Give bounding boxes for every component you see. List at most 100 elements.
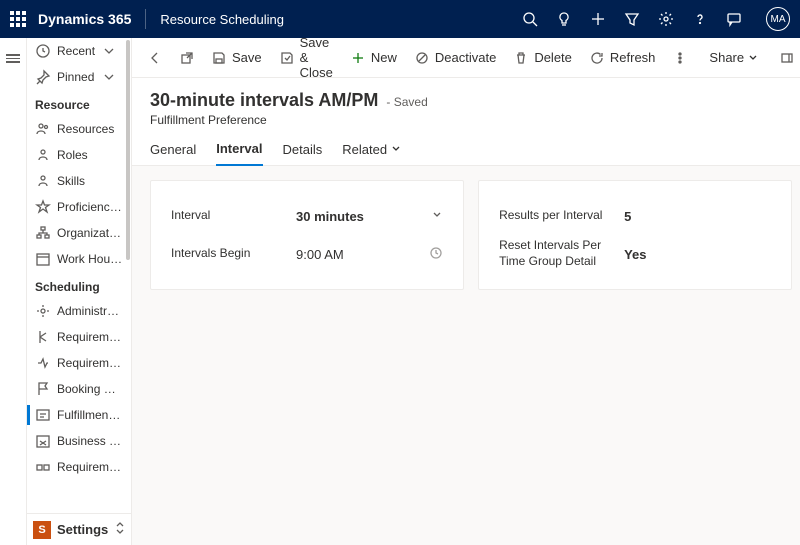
skills-icon xyxy=(35,173,51,189)
topbar-actions: MA xyxy=(522,7,790,31)
record-state: - Saved xyxy=(386,95,427,109)
delete-button[interactable]: Delete xyxy=(508,46,578,69)
nav-item-org-units[interactable]: Organizational Un… xyxy=(27,220,131,246)
popout-icon xyxy=(180,51,194,65)
tab-general[interactable]: General xyxy=(150,141,196,165)
command-bar: Save Save & Close New Deactivate Delete … xyxy=(132,38,800,78)
back-button[interactable] xyxy=(142,47,168,69)
tab-related[interactable]: Related xyxy=(342,141,401,165)
nav-group-header: Resource xyxy=(27,90,131,116)
user-avatar[interactable]: MA xyxy=(766,7,790,31)
app-launcher-icon[interactable] xyxy=(10,11,26,27)
nav-rail xyxy=(0,38,27,545)
card-left: Interval 30 minutes Intervals Begin 9:00… xyxy=(150,180,464,290)
nav-item-skills[interactable]: Skills xyxy=(27,168,131,194)
pin-icon xyxy=(35,69,51,85)
nav-item-fulfillment-pref[interactable]: Fulfillment Prefer… xyxy=(27,402,131,428)
org-icon xyxy=(35,225,51,241)
nav-item-business-closures[interactable]: Business Closures xyxy=(27,428,131,454)
chat-icon[interactable] xyxy=(726,11,742,27)
nav-recent-label: Recent xyxy=(57,44,95,58)
field-reset-intervals[interactable]: Reset Intervals Per Time Group Detail Ye… xyxy=(499,235,771,273)
nav-pinned-label: Pinned xyxy=(57,70,94,84)
nav-item-roles[interactable]: Roles xyxy=(27,142,131,168)
refresh-button[interactable]: Refresh xyxy=(584,46,662,69)
priority-icon xyxy=(35,329,51,345)
chevron-down-icon xyxy=(391,144,401,154)
deactivate-icon xyxy=(415,51,429,65)
settings-icon[interactable] xyxy=(658,11,674,27)
area-switcher[interactable]: S Settings xyxy=(27,513,131,545)
form-content: Interval 30 minutes Intervals Begin 9:00… xyxy=(132,166,800,545)
status-icon xyxy=(35,355,51,371)
plus-icon xyxy=(351,51,365,65)
pref-icon xyxy=(35,407,51,423)
nav-item-booking-statuses[interactable]: Booking Statuses xyxy=(27,376,131,402)
field-value: 9:00 AM xyxy=(296,247,344,262)
field-intervals-begin[interactable]: Intervals Begin 9:00 AM xyxy=(171,235,443,273)
filter-icon[interactable] xyxy=(624,11,640,27)
search-icon[interactable] xyxy=(522,11,538,27)
card-right: Results per Interval 5 Reset Intervals P… xyxy=(478,180,792,290)
overflow-button[interactable] xyxy=(667,47,693,69)
clock-icon xyxy=(429,246,443,263)
lightbulb-icon[interactable] xyxy=(556,11,572,27)
nav-item-req-status[interactable]: Requirement Stat… xyxy=(27,350,131,376)
app-name-label: Resource Scheduling xyxy=(160,12,284,27)
field-interval[interactable]: Interval 30 minutes xyxy=(171,197,443,235)
field-results-per-interval[interactable]: Results per Interval 5 xyxy=(499,197,771,235)
new-button[interactable]: New xyxy=(345,46,403,69)
field-label: Intervals Begin xyxy=(171,246,296,262)
chevron-down-icon xyxy=(431,209,443,224)
nav-item-resources[interactable]: Resources xyxy=(27,116,131,142)
nav-item-proficiency[interactable]: Proficiency Models xyxy=(27,194,131,220)
deactivate-button[interactable]: Deactivate xyxy=(409,46,502,69)
chevron-down-icon xyxy=(101,43,117,59)
nav-group-header: Scheduling xyxy=(27,272,131,298)
open-new-window-button[interactable] xyxy=(174,47,200,69)
field-value: 30 minutes xyxy=(296,209,364,224)
nav-pinned[interactable]: Pinned xyxy=(27,64,131,90)
nav-item-req-priority[interactable]: Requirement Prior… xyxy=(27,324,131,350)
calendar-icon xyxy=(35,251,51,267)
flag-icon xyxy=(35,381,51,397)
record-title: 30-minute intervals AM/PM xyxy=(150,90,378,111)
share-button[interactable]: Share xyxy=(705,50,758,65)
nav-item-work-hours[interactable]: Work Hours Temp… xyxy=(27,246,131,272)
save-icon xyxy=(212,51,226,65)
panel-icon xyxy=(780,51,794,65)
side-nav: Recent Pinned Resource Resources Roles S… xyxy=(27,38,132,545)
nav-item-administration[interactable]: Administration xyxy=(27,298,131,324)
nav-recent[interactable]: Recent xyxy=(27,38,131,64)
area-badge: S xyxy=(33,521,51,539)
hamburger-icon[interactable] xyxy=(0,46,26,71)
field-label: Results per Interval xyxy=(499,208,624,224)
tab-details[interactable]: Details xyxy=(283,141,323,165)
add-icon[interactable] xyxy=(590,11,606,27)
star-icon xyxy=(35,199,51,215)
save-close-icon xyxy=(280,51,294,65)
area-label: Settings xyxy=(57,522,108,537)
closure-icon xyxy=(35,433,51,449)
help-icon[interactable] xyxy=(692,11,708,27)
assistant-button[interactable] xyxy=(774,47,800,69)
trash-icon xyxy=(514,51,528,65)
people-icon xyxy=(35,121,51,137)
nav-scrollbar[interactable] xyxy=(125,38,131,545)
tab-interval[interactable]: Interval xyxy=(216,141,262,166)
divider xyxy=(145,9,146,29)
field-value: 5 xyxy=(624,209,631,224)
role-icon xyxy=(35,147,51,163)
clock-icon xyxy=(35,43,51,59)
form-tabs: General Interval Details Related xyxy=(132,127,800,166)
nav-item-req-groups[interactable]: Requirement Gro… xyxy=(27,454,131,480)
arrow-left-icon xyxy=(148,51,162,65)
save-close-button[interactable]: Save & Close xyxy=(274,31,339,84)
more-vertical-icon xyxy=(673,51,687,65)
main-area: Save Save & Close New Deactivate Delete … xyxy=(132,38,800,545)
brand-label: Dynamics 365 xyxy=(38,11,131,27)
field-label: Reset Intervals Per Time Group Detail xyxy=(499,238,624,269)
save-button[interactable]: Save xyxy=(206,46,268,69)
entity-name: Fulfillment Preference xyxy=(150,113,792,127)
field-value: Yes xyxy=(624,247,646,262)
